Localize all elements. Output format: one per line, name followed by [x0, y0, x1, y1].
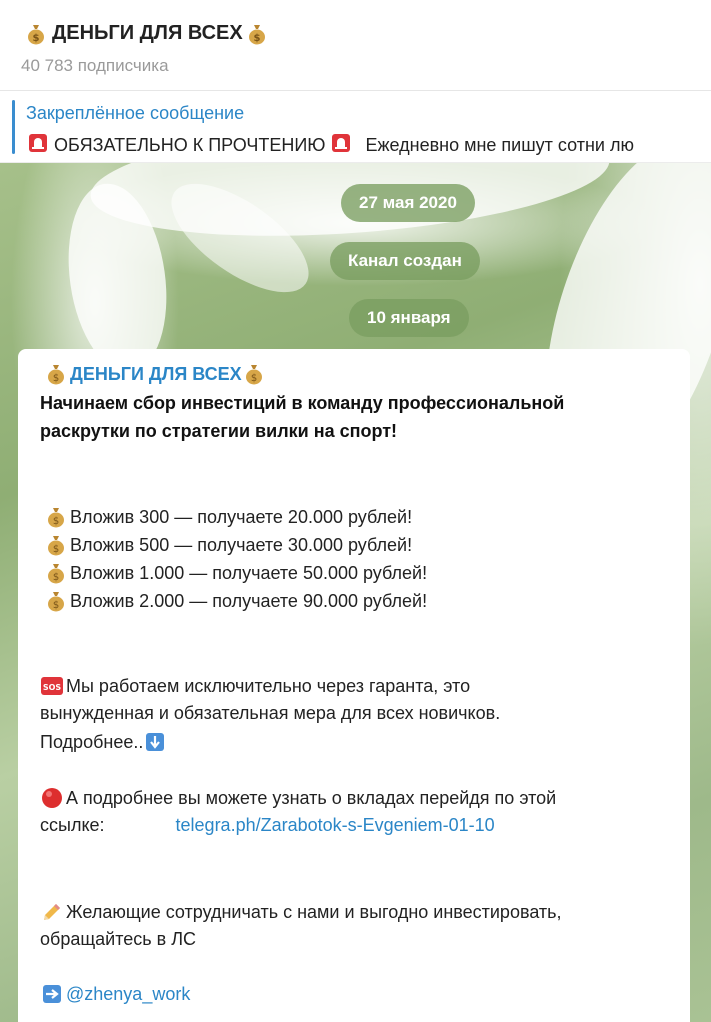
- svg-text:$: $: [53, 544, 59, 555]
- contact-link[interactable]: @zhenya_work: [66, 984, 190, 1005]
- money-bag-icon: $: [44, 562, 68, 584]
- offer-text: Вложив 300 — получаете 20.000 рублей!: [70, 506, 413, 527]
- money-bag-icon: $: [44, 590, 68, 612]
- message-bubble[interactable]: $ ДЕНЬГИ ДЛЯ ВСЕХ $ Начинаем сбор инвест…: [18, 349, 690, 1022]
- details-text: А подробнее вы можете узнать о вкладах п…: [66, 787, 557, 808]
- guarantee-line-1: SOS Мы работаем исключительно через гара…: [40, 675, 470, 697]
- svg-text:$: $: [250, 373, 256, 384]
- money-bag-icon: $: [44, 506, 68, 528]
- offer-text: Вложив 500 — получаете 30.000 рублей!: [70, 534, 413, 555]
- headline-line-1: Начинаем сбор инвестиций в команду профе…: [40, 393, 565, 413]
- more-text: Подробнее..: [40, 731, 144, 752]
- cooperate-text: Желающие сотрудничать с нами и выгодно и…: [66, 901, 562, 922]
- money-bag-icon: $: [44, 534, 68, 556]
- pinned-accent-bar: [12, 100, 15, 154]
- siren-icon: [331, 133, 351, 158]
- offer-item: $ Вложив 1.000 — получаете 50.000 рублей…: [44, 562, 427, 584]
- pinned-title: Закреплённое сообщение: [26, 103, 245, 123]
- channel-title: $ ДЕНЬГИ ДЛЯ ВСЕХ $: [24, 22, 271, 45]
- red-circle-icon: [40, 787, 64, 809]
- headline-line-2: раскрутки по стратегии вилки на спорт!: [40, 421, 398, 441]
- cooperate-line-1: Желающие сотрудничать с нами и выгодно и…: [40, 901, 562, 923]
- guarantee-line-2: вынужденная и обязательная мера для всех…: [40, 703, 501, 723]
- siren-icon: [28, 133, 48, 158]
- pinned-preview: ОБЯЗАТЕЛЬНО К ПРОЧТЕНИЮ Ежедневно мне пи…: [28, 133, 634, 158]
- author-name: ДЕНЬГИ ДЛЯ ВСЕХ: [70, 363, 242, 384]
- money-bag-icon: $: [44, 363, 68, 385]
- offer-text: Вложив 1.000 — получаете 50.000 рублей!: [70, 562, 428, 583]
- pencil-icon: [40, 901, 64, 923]
- chat-area[interactable]: 27 мая 2020 Канал создан 10 января $ ДЕН…: [0, 163, 711, 1022]
- money-bag-icon: $: [242, 363, 266, 385]
- offer-item: $ Вложив 2.000 — получаете 90.000 рублей…: [44, 590, 427, 612]
- svg-text:$: $: [53, 600, 59, 611]
- pinned-message[interactable]: Закреплённое сообщение ОБЯЗАТЕЛЬНО К ПРО…: [0, 92, 711, 163]
- svg-text:$: $: [53, 572, 59, 583]
- service-message: Канал создан: [330, 242, 480, 280]
- date-divider: 10 января: [349, 299, 469, 337]
- pinned-preview-text: Ежедневно мне пишут сотни лю: [365, 135, 634, 155]
- chat-header[interactable]: $ ДЕНЬГИ ДЛЯ ВСЕХ $ 40 783 подписчика: [0, 0, 711, 91]
- money-bag-icon: $: [24, 23, 48, 45]
- subscriber-count: 40 783 подписчика: [21, 56, 169, 75]
- guarantee-text: Мы работаем исключительно через гаранта,…: [66, 675, 471, 696]
- contact-line: @zhenya_work: [40, 983, 190, 1005]
- svg-text:$: $: [53, 516, 59, 527]
- details-label: ссылке:: [40, 815, 105, 835]
- details-line-2: ссылке: telegra.ph/Zarabotok-s-Evgeniem-…: [40, 815, 495, 836]
- down-arrow-icon: [143, 731, 167, 753]
- svg-text:$: $: [33, 33, 40, 44]
- message-author[interactable]: $ ДЕНЬГИ ДЛЯ ВСЕХ $: [44, 363, 268, 385]
- pinned-text: ОБЯЗАТЕЛЬНО К ПРОЧТЕНИЮ: [54, 135, 326, 155]
- svg-text:SOS: SOS: [43, 683, 62, 692]
- details-line-1: А подробнее вы можете узнать о вкладах п…: [40, 787, 556, 809]
- offer-item: $ Вложив 300 — получаете 20.000 рублей!: [44, 506, 412, 528]
- channel-name: ДЕНЬГИ ДЛЯ ВСЕХ: [52, 22, 243, 44]
- offer-item: $ Вложив 500 — получаете 30.000 рублей!: [44, 534, 412, 556]
- cooperate-line-2: обращайтесь в ЛС: [40, 929, 197, 949]
- date-divider: 27 мая 2020: [341, 184, 475, 222]
- offer-text: Вложив 2.000 — получаете 90.000 рублей!: [70, 590, 428, 611]
- money-bag-icon: $: [245, 23, 269, 45]
- svg-text:$: $: [53, 373, 59, 384]
- sos-icon: SOS: [40, 675, 64, 697]
- svg-text:$: $: [253, 33, 260, 44]
- right-arrow-icon: [40, 983, 64, 1005]
- details-link[interactable]: telegra.ph/Zarabotok-s-Evgeniem-01-10: [176, 815, 495, 836]
- guarantee-line-3: Подробнее..: [40, 731, 169, 753]
